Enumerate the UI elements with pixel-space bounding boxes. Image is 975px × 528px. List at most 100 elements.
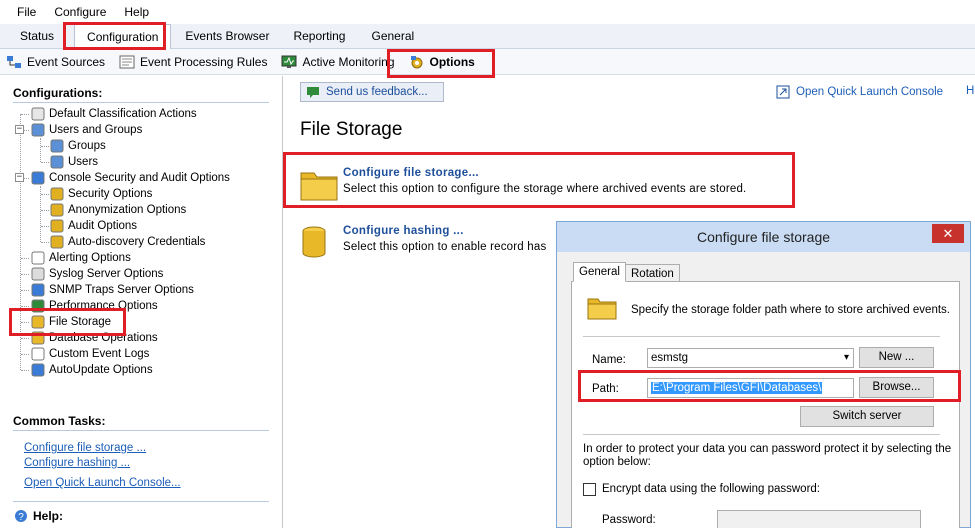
tab-configuration[interactable]: Configuration	[74, 23, 172, 49]
alert-icon	[30, 250, 46, 266]
performance-icon	[30, 298, 46, 314]
group-icon	[49, 138, 65, 154]
tree-item-classification[interactable]: Default Classification Actions	[30, 106, 197, 122]
tree-item-label: Users	[68, 156, 99, 168]
toolbar-event-sources[interactable]: Event Sources	[4, 51, 107, 73]
tree-item-update[interactable]: AutoUpdate Options	[30, 362, 153, 378]
help-link[interactable]: H	[966, 85, 974, 97]
rules-icon	[119, 54, 135, 70]
tree-line	[41, 146, 49, 147]
menu-configure[interactable]: Configure	[45, 5, 115, 19]
users-groups-icon	[30, 122, 46, 138]
syslog-icon	[30, 266, 46, 282]
tab-reporting[interactable]: Reporting	[281, 24, 357, 49]
tree-item-label: Performance Options	[49, 300, 158, 312]
tree-item-audit[interactable]: Audit Options	[49, 218, 137, 234]
event-log-icon	[30, 346, 46, 362]
tree-item-credentials[interactable]: Auto-discovery Credentials	[49, 234, 205, 250]
name-select-value: esmstg	[651, 352, 689, 364]
send-feedback-button[interactable]: Send us feedback...	[300, 82, 444, 102]
task-open-quick-launch-link[interactable]: Open Quick Launch Console...	[24, 477, 181, 489]
collapse-toggle-users-groups[interactable]: −	[15, 125, 24, 134]
configurations-divider	[13, 102, 269, 103]
password-label: Password:	[602, 514, 656, 526]
tree-item-label: Database Operations	[49, 332, 158, 344]
collapse-toggle-console-security[interactable]: −	[15, 173, 24, 182]
toolbar-event-processing-rules[interactable]: Event Processing Rules	[117, 51, 269, 73]
name-select[interactable]: esmstg ▾	[647, 348, 854, 368]
encrypt-checkbox[interactable]	[583, 483, 596, 496]
dialog-tab-rotation[interactable]: Rotation	[625, 264, 680, 282]
tree-item-group[interactable]: Groups	[49, 138, 106, 154]
folder-icon	[300, 167, 338, 201]
tree-line	[21, 370, 29, 371]
toolbar-active-monitoring[interactable]: Active Monitoring	[279, 51, 396, 73]
tree-item-users-groups[interactable]: Users and Groups	[30, 122, 142, 138]
task-configure-hashing-link[interactable]: Configure hashing ...	[24, 457, 130, 469]
tree-item-label: Audit Options	[68, 220, 138, 232]
tree-item-label: Console Security and Audit Options	[49, 172, 230, 184]
tree-item-label: Users and Groups	[49, 124, 143, 136]
option-file-storage-title: Configure file storage...	[343, 167, 479, 179]
tree-item-anonymization[interactable]: Anonymization Options	[49, 202, 186, 218]
tree-item-label: Alerting Options	[49, 252, 131, 264]
tree-item-label: Auto-discovery Credentials	[68, 236, 206, 248]
open-quick-launch-label: Open Quick Launch Console	[796, 86, 944, 98]
common-tasks-divider	[13, 430, 269, 431]
tree-item-security-options[interactable]: Security Options	[49, 186, 152, 202]
tree-item-user[interactable]: Users	[49, 154, 98, 170]
tab-general[interactable]: General	[359, 24, 426, 49]
path-input[interactable]: E:\Program Files\GFI\Databases\	[647, 378, 854, 398]
password-input[interactable]	[717, 510, 921, 528]
new-button[interactable]: New ...	[859, 347, 934, 368]
database-icon	[30, 330, 46, 346]
chevron-down-icon: ▾	[843, 352, 849, 363]
tree-item-label: Security Options	[68, 188, 153, 200]
dialog-close-button[interactable]: ✕	[932, 224, 964, 243]
tree-line	[21, 290, 29, 291]
tree-item-performance[interactable]: Performance Options	[30, 298, 158, 314]
tree-item-security[interactable]: Console Security and Audit Options	[30, 170, 230, 186]
common-tasks-title: Common Tasks:	[13, 414, 106, 428]
tab-events-browser[interactable]: Events Browser	[173, 24, 281, 49]
menu-file[interactable]: File	[8, 5, 45, 19]
left-pane: Configurations: Default Classification A…	[0, 76, 283, 528]
dialog-general-panel: Specify the storage folder path where to…	[571, 281, 960, 528]
audit-icon	[49, 218, 65, 234]
encrypt-label: Encrypt data using the following passwor…	[602, 483, 820, 495]
database-icon	[300, 225, 338, 259]
update-icon	[30, 362, 46, 378]
tree-item-label: Syslog Server Options	[49, 268, 164, 280]
option-configure-file-storage[interactable]: Configure file storage... Select this op…	[300, 167, 746, 201]
toolbar-options[interactable]: Options	[407, 51, 477, 73]
tree-line	[20, 114, 21, 370]
tree-item-label: Groups	[68, 140, 106, 152]
tree-line	[41, 194, 49, 195]
open-quick-launch-link[interactable]: Open Quick Launch Console	[776, 85, 943, 99]
menu-help[interactable]: Help	[115, 5, 158, 19]
tree-line	[21, 354, 29, 355]
tree-item-snmp[interactable]: SNMP Traps Server Options	[30, 282, 194, 298]
switch-server-button[interactable]: Switch server	[800, 406, 934, 427]
anonymization-icon	[49, 202, 65, 218]
toolbar-active-monitoring-label: Active Monitoring	[302, 54, 395, 69]
configure-file-storage-dialog: Configure file storage ✕ General Rotatio…	[556, 221, 971, 528]
option-configure-hashing[interactable]: Configure hashing ... Select this option…	[300, 225, 546, 259]
tree-item-label: Anonymization Options	[68, 204, 187, 216]
help-icon: ?	[14, 509, 28, 523]
tree-item-alert[interactable]: Alerting Options	[30, 250, 131, 266]
tree-item-event-log[interactable]: Custom Event Logs	[30, 346, 149, 362]
task-configure-file-storage-link[interactable]: Configure file storage ...	[24, 442, 146, 454]
tree-item-database[interactable]: Database Operations	[30, 330, 158, 346]
classification-icon	[30, 106, 46, 122]
tree-item-file-storage[interactable]: File Storage	[30, 314, 111, 330]
path-label: Path:	[592, 383, 619, 395]
tab-status[interactable]: Status	[8, 24, 66, 49]
browse-button[interactable]: Browse...	[859, 377, 934, 398]
security-icon	[30, 170, 46, 186]
tree-line	[21, 258, 29, 259]
launch-icon	[776, 85, 790, 99]
dialog-tab-general[interactable]: General	[573, 262, 626, 282]
tree-line	[41, 210, 49, 211]
tree-item-syslog[interactable]: Syslog Server Options	[30, 266, 163, 282]
